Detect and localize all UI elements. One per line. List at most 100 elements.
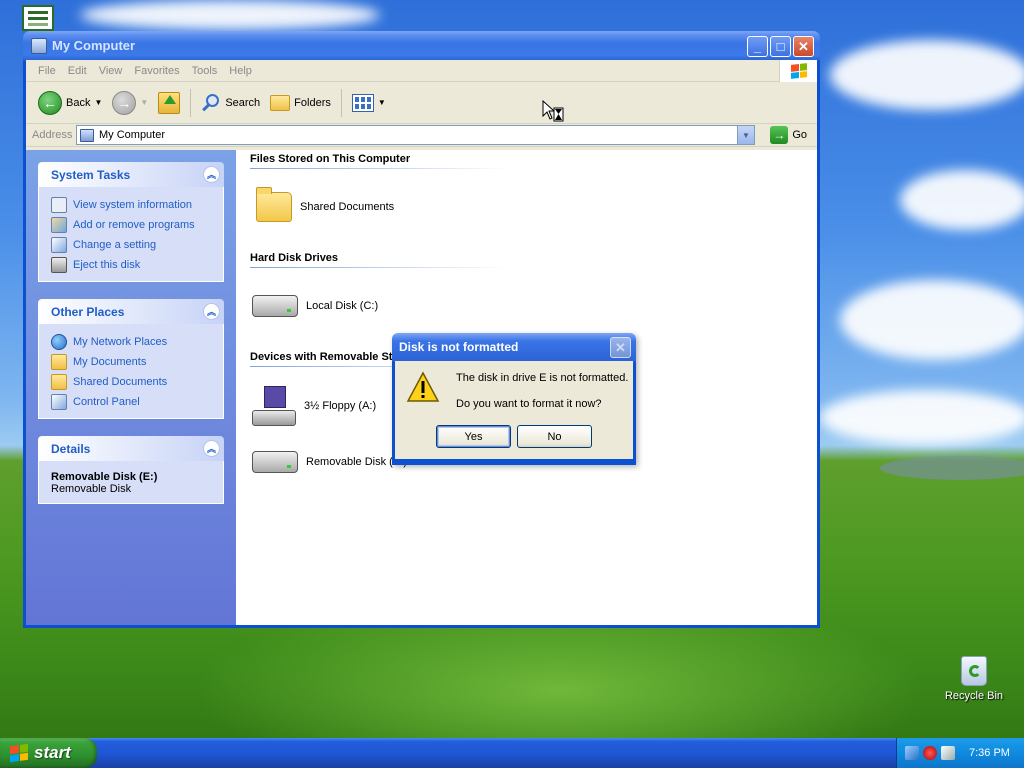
other-places-header[interactable]: Other Places ︽ bbox=[38, 299, 224, 324]
up-folder-icon bbox=[158, 91, 181, 114]
system-tasks-title: System Tasks bbox=[51, 167, 131, 182]
removable-disk-icon bbox=[252, 451, 298, 473]
item-shared-documents[interactable]: Shared Documents bbox=[256, 187, 395, 222]
clock[interactable]: 7:36 PM bbox=[969, 747, 1010, 759]
address-value: My Computer bbox=[99, 129, 166, 141]
place-control-panel[interactable]: Control Panel bbox=[51, 392, 223, 412]
menu-tools[interactable]: Tools bbox=[186, 65, 224, 77]
place-label: My Documents bbox=[73, 356, 147, 368]
other-places-list: My Network Places My Documents Shared Do… bbox=[38, 324, 224, 419]
up-button[interactable] bbox=[154, 86, 184, 120]
no-button[interactable]: No bbox=[517, 425, 592, 448]
views-icon bbox=[351, 93, 374, 112]
wallpaper-cloud bbox=[830, 40, 1024, 110]
minimize-button[interactable]: _ bbox=[747, 36, 768, 57]
wallpaper-cloud bbox=[900, 170, 1024, 230]
go-arrow-icon: → bbox=[770, 126, 789, 144]
other-places-panel: Other Places ︽ My Network Places My Docu… bbox=[38, 299, 224, 419]
menu-edit[interactable]: Edit bbox=[62, 65, 93, 77]
task-eject-this-disk[interactable]: Eject this disk bbox=[51, 255, 223, 275]
task-label: Change a setting bbox=[73, 239, 157, 251]
forward-arrow-icon: → bbox=[112, 90, 137, 115]
system-tray: 7:36 PM bbox=[896, 738, 1024, 768]
toolbar-separator bbox=[340, 88, 342, 117]
busy-cursor-icon bbox=[542, 99, 564, 122]
address-field[interactable]: My Computer ▼ bbox=[76, 125, 755, 145]
dialog-titlebar[interactable]: Disk is not formatted ✕ bbox=[395, 333, 633, 361]
collapse-chevron-icon[interactable]: ︽ bbox=[203, 166, 220, 183]
files-stored-group: Files Stored on This Computer bbox=[250, 153, 508, 169]
place-label: Control Panel bbox=[73, 396, 140, 408]
system-info-icon bbox=[51, 197, 67, 213]
forward-dropdown-icon[interactable]: ▼ bbox=[140, 98, 148, 107]
hard-drive-icon bbox=[252, 295, 298, 317]
maximize-button[interactable]: □ bbox=[770, 36, 791, 57]
item-label: 3½ Floppy (A:) bbox=[304, 400, 377, 412]
place-my-documents[interactable]: My Documents bbox=[51, 352, 223, 372]
place-label: Shared Documents bbox=[73, 376, 168, 388]
search-button[interactable]: Search bbox=[197, 86, 264, 120]
details-title: Details bbox=[51, 441, 91, 456]
place-my-network-places[interactable]: My Network Places bbox=[51, 332, 223, 352]
address-bar: Address My Computer ▼ → Go bbox=[26, 124, 817, 147]
menu-favorites[interactable]: Favorites bbox=[128, 65, 185, 77]
folders-label: Folders bbox=[294, 96, 331, 109]
toolbar: ← Back ▼ → ▼ Search Folders ▼ bbox=[26, 82, 817, 124]
task-label: View system information bbox=[73, 199, 193, 211]
windows-flag-icon bbox=[790, 63, 807, 79]
menu-view[interactable]: View bbox=[93, 65, 129, 77]
recycle-bin-icon bbox=[961, 656, 987, 686]
eject-disk-icon bbox=[51, 257, 67, 273]
forward-button[interactable]: → ▼ bbox=[108, 86, 152, 120]
window-titlebar[interactable]: My Computer _ □ ✕ bbox=[26, 31, 817, 60]
search-icon bbox=[201, 93, 221, 113]
collapse-chevron-icon[interactable]: ︽ bbox=[203, 440, 220, 457]
wallpaper-cloud bbox=[80, 0, 380, 30]
yes-button[interactable]: Yes bbox=[436, 425, 511, 448]
task-add-remove-programs[interactable]: Add or remove programs bbox=[51, 215, 223, 235]
address-dropdown-icon[interactable]: ▼ bbox=[737, 126, 754, 144]
windows-logo bbox=[779, 60, 817, 82]
group-title: Hard Disk Drives bbox=[250, 252, 508, 268]
start-button[interactable]: start bbox=[0, 738, 97, 768]
folders-button[interactable]: Folders bbox=[266, 86, 335, 120]
collapse-chevron-icon[interactable]: ︽ bbox=[203, 303, 220, 320]
task-change-a-setting[interactable]: Change a setting bbox=[51, 235, 223, 255]
desktop-shortcut-icon[interactable] bbox=[22, 5, 54, 31]
task-label: Add or remove programs bbox=[73, 219, 195, 231]
back-button[interactable]: ← Back ▼ bbox=[34, 86, 106, 120]
details-panel: Details ︽ Removable Disk (E:) Removable … bbox=[38, 436, 224, 504]
menu-help[interactable]: Help bbox=[223, 65, 258, 77]
item-label: Shared Documents bbox=[300, 201, 395, 213]
dialog-close-button[interactable]: ✕ bbox=[610, 337, 631, 358]
network-icon bbox=[51, 334, 67, 350]
computer-icon bbox=[31, 37, 47, 54]
hard-disk-drives-group: Hard Disk Drives bbox=[250, 252, 508, 268]
item-floppy-a[interactable]: 3½ Floppy (A:) bbox=[252, 386, 376, 426]
address-label: Address bbox=[32, 129, 73, 141]
place-label: My Network Places bbox=[73, 336, 168, 348]
security-alert-icon[interactable] bbox=[923, 746, 937, 760]
safely-remove-hardware-icon[interactable] bbox=[905, 746, 919, 760]
task-view-system-information[interactable]: View system information bbox=[51, 195, 223, 215]
system-tasks-panel: System Tasks ︽ View system information A… bbox=[38, 162, 224, 282]
details-name: Removable Disk (E:) bbox=[51, 471, 158, 483]
back-dropdown-icon[interactable]: ▼ bbox=[94, 98, 102, 107]
add-remove-programs-icon bbox=[51, 217, 67, 233]
details-header[interactable]: Details ︽ bbox=[38, 436, 224, 461]
item-removable-disk-e[interactable]: Removable Disk (E:) bbox=[252, 451, 407, 473]
place-shared-documents[interactable]: Shared Documents bbox=[51, 372, 223, 392]
details-body: Removable Disk (E:) Removable Disk bbox=[38, 461, 224, 504]
recycle-bin[interactable]: Recycle Bin bbox=[942, 656, 1006, 702]
menu-file[interactable]: File bbox=[32, 65, 62, 77]
volume-icon[interactable] bbox=[941, 746, 955, 760]
dialog-message-line1: The disk in drive E is not formatted. bbox=[456, 372, 629, 384]
system-tasks-header[interactable]: System Tasks ︽ bbox=[38, 162, 224, 187]
item-local-disk-c[interactable]: Local Disk (C:) bbox=[252, 295, 378, 317]
views-button[interactable]: ▼ bbox=[348, 86, 390, 120]
go-button[interactable]: → Go bbox=[770, 126, 807, 144]
menu-bar: File Edit View Favorites Tools Help bbox=[26, 60, 817, 82]
close-button[interactable]: ✕ bbox=[793, 36, 814, 57]
back-label: Back bbox=[66, 96, 91, 109]
item-label: Local Disk (C:) bbox=[306, 300, 379, 312]
